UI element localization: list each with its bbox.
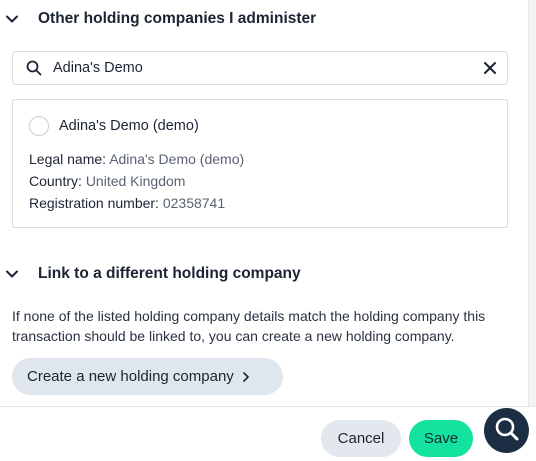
holding-company-panel: Other holding companies I administer Adi… (0, 0, 536, 461)
scrollbar[interactable] (528, 0, 536, 406)
radio-button[interactable] (29, 116, 49, 136)
registration-value: 02358741 (162, 195, 226, 211)
info-text: If none of the listed holding company de… (12, 306, 512, 346)
search-icon (13, 60, 53, 76)
section-title: Link to a different holding company (38, 265, 301, 282)
company-option[interactable]: Adina's Demo (demo) (29, 116, 199, 136)
country-value: United Kingdom (85, 173, 186, 189)
section-header-link-different[interactable]: Link to a different holding company (0, 264, 301, 284)
close-icon[interactable] (473, 61, 507, 75)
help-search-button[interactable] (484, 408, 529, 453)
search-input[interactable] (53, 52, 473, 84)
company-result-card[interactable]: Adina's Demo (demo) Legal name: Adina's … (12, 99, 508, 228)
info-line: If none of the listed holding company de… (12, 308, 486, 324)
country-row: Country: United Kingdom (29, 173, 185, 189)
cancel-button[interactable]: Cancel (321, 420, 401, 457)
search-help-icon (493, 415, 521, 446)
save-button[interactable]: Save (409, 420, 473, 457)
company-search-box[interactable] (12, 51, 508, 85)
registration-label: Registration number: (29, 195, 159, 211)
legal-name-value: Adina's Demo (demo) (109, 151, 245, 167)
section-header-other-companies[interactable]: Other holding companies I administer (0, 9, 316, 29)
chevron-down-icon[interactable] (0, 270, 38, 278)
company-name: Adina's Demo (demo) (59, 118, 199, 134)
chevron-right-icon (242, 371, 250, 383)
legal-name-row: Legal name: Adina's Demo (demo) (29, 151, 244, 167)
create-holding-company-button[interactable]: Create a new holding company (12, 358, 283, 395)
create-button-label: Create a new holding company (27, 368, 234, 385)
section-title: Other holding companies I administer (38, 10, 317, 27)
registration-row: Registration number: 02358741 (29, 195, 225, 211)
footer-bar: Cancel Save (0, 406, 536, 461)
country-label: Country: (29, 173, 82, 189)
chevron-down-icon[interactable] (0, 15, 38, 23)
info-line: transaction should be linked to, you can… (12, 328, 455, 344)
legal-name-label: Legal name: (29, 151, 107, 167)
